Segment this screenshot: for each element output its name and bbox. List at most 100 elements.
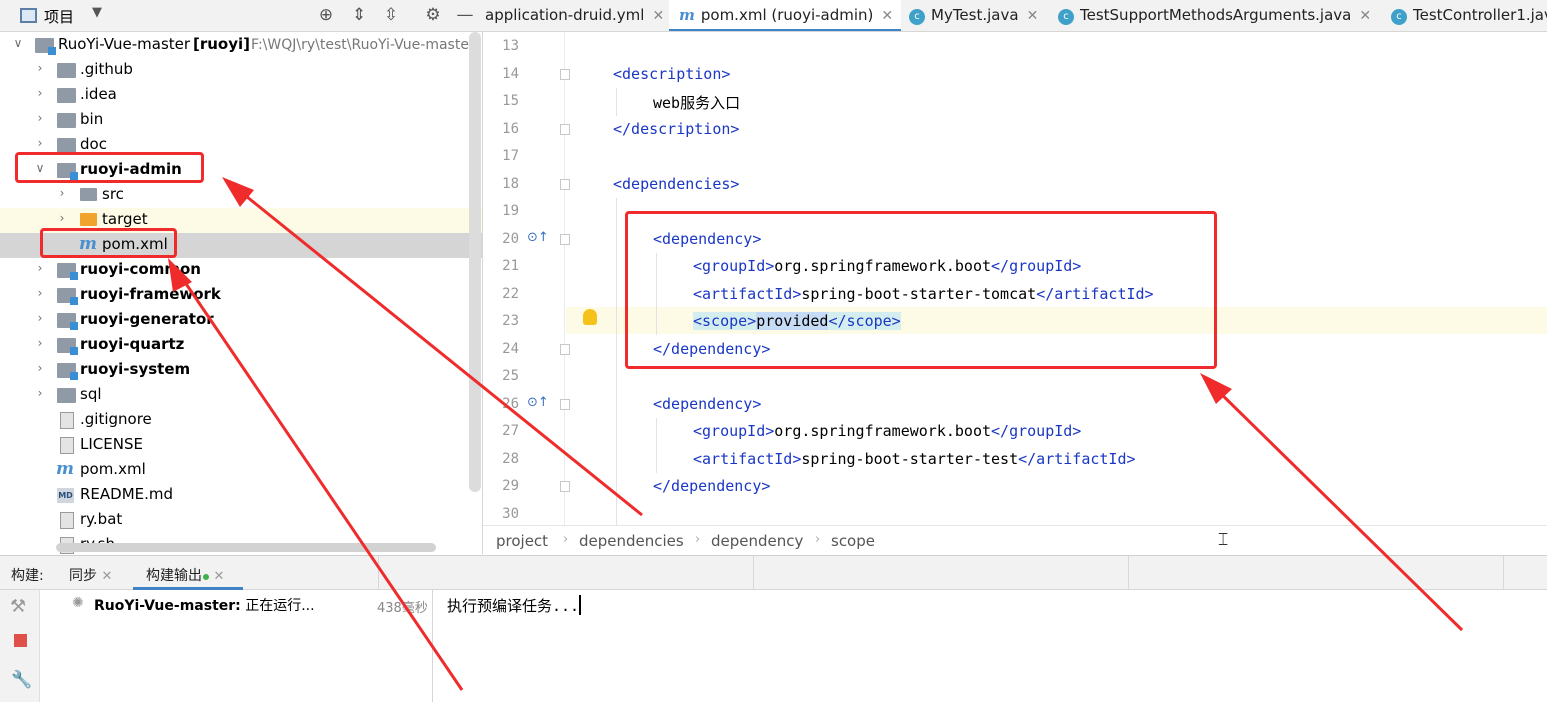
tree-item-sql[interactable]: › sql — [0, 383, 482, 408]
tab-application-druid[interactable]: application-druid.yml ✕ — [485, 0, 664, 31]
tab-sync[interactable]: 同步 ✕ — [69, 565, 112, 585]
tree-item-ruoyi-generator[interactable]: › ruoyi-generator — [0, 308, 482, 333]
close-icon[interactable]: ✕ — [881, 8, 893, 24]
tree-item-ruoyi-common[interactable]: › ruoyi-common — [0, 258, 482, 283]
locate-file-icon[interactable]: ⊕ — [315, 5, 337, 25]
fold-marker-icon[interactable] — [560, 179, 570, 190]
line-number: 21 — [502, 258, 519, 274]
breadcrumb-item[interactable]: scope — [831, 532, 875, 550]
fold-marker-icon[interactable] — [560, 69, 570, 80]
hammer-icon[interactable]: ⚒ — [10, 596, 26, 617]
breadcrumb-separator: › — [815, 532, 821, 547]
chevron-right-icon[interactable]: › — [33, 61, 47, 75]
chevron-right-icon[interactable]: › — [33, 136, 47, 150]
tree-item-ry-bat[interactable]: ry.bat — [0, 508, 482, 533]
breadcrumb-item[interactable]: dependency — [711, 532, 803, 550]
tree-vertical-scrollbar[interactable] — [469, 32, 481, 492]
chevron-down-icon[interactable]: ∨ — [11, 36, 25, 50]
expand-all-icon[interactable]: ⇕ — [348, 5, 370, 25]
chevron-right-icon[interactable]: › — [33, 336, 47, 350]
project-panel-title[interactable]: 项目 — [44, 6, 74, 27]
line-number: 26 — [502, 396, 519, 412]
module-folder-icon — [35, 38, 56, 55]
line-number: 19 — [502, 203, 519, 219]
breadcrumb-item[interactable]: project — [496, 532, 548, 550]
tab-label: pom.xml (ruoyi-admin) — [700, 6, 874, 24]
tab-pom-ruoyi-admin[interactable]: m pom.xml (ruoyi-admin) ✕ — [669, 0, 902, 31]
tree-root-item[interactable]: ∨ RuoYi-Vue-master [ruoyi] F:\WQJ\ry\tes… — [0, 33, 482, 58]
folder-icon — [57, 113, 76, 128]
chevron-right-icon[interactable]: › — [33, 286, 47, 300]
fold-marker-icon[interactable] — [560, 481, 570, 492]
tree-item-label: doc — [80, 135, 107, 153]
root-name: RuoYi-Vue-master — [58, 35, 191, 53]
close-icon[interactable]: ✕ — [1027, 8, 1039, 24]
view-selector-chevron-icon[interactable]: ▼ — [92, 5, 102, 20]
tree-item-ruoyi-quartz[interactable]: › ruoyi-quartz — [0, 333, 482, 358]
tab-testsupportmethodsarguments[interactable]: c TestSupportMethodsArguments.java ✕ — [1058, 0, 1371, 31]
tree-item-idea[interactable]: › .idea — [0, 83, 482, 108]
java-class-icon: c — [1058, 9, 1074, 25]
tab-mytest[interactable]: c MyTest.java ✕ — [909, 0, 1039, 31]
collapse-all-icon[interactable]: ⇳ — [380, 5, 402, 25]
close-icon[interactable]: ✕ — [101, 569, 112, 584]
chevron-right-icon[interactable]: › — [33, 86, 47, 100]
folder-icon — [80, 188, 97, 201]
fold-marker-icon[interactable] — [560, 399, 570, 410]
chevron-right-icon[interactable]: › — [55, 211, 69, 225]
excluded-folder-icon — [80, 213, 97, 226]
tab-label: application-druid.yml — [485, 6, 645, 24]
tree-item-github[interactable]: › .github — [0, 58, 482, 83]
chevron-right-icon[interactable]: › — [55, 186, 69, 200]
close-icon[interactable]: ✕ — [652, 8, 664, 24]
line-number: 14 — [502, 66, 519, 82]
wrench-icon[interactable]: 🔧 — [11, 670, 32, 690]
tree-item-gitignore[interactable]: .gitignore — [0, 408, 482, 433]
annotation-box-ruoyi-admin — [15, 152, 204, 183]
chevron-right-icon[interactable]: › — [33, 386, 47, 400]
xml-tag: <description> — [613, 65, 731, 83]
tree-item-ruoyi-framework[interactable]: › ruoyi-framework — [0, 283, 482, 308]
close-icon[interactable]: ✕ — [213, 569, 224, 584]
gear-icon[interactable]: ⚙ — [422, 5, 444, 25]
breadcrumb: project › dependencies › dependency › sc… — [483, 525, 1547, 555]
stop-icon[interactable] — [14, 634, 27, 647]
lightbulb-icon[interactable] — [583, 309, 597, 325]
tree-item-readme[interactable]: MD README.md — [0, 483, 482, 508]
line-number: 20 — [502, 231, 519, 247]
build-console[interactable]: 执行预编译任务... — [434, 590, 1547, 702]
tree-item-ruoyi-system[interactable]: › ruoyi-system — [0, 358, 482, 383]
tree-item-label: .idea — [80, 85, 117, 103]
maven-file-icon: m — [679, 6, 695, 24]
xml-tag: </artifactId> — [1018, 450, 1136, 468]
chevron-right-icon[interactable]: › — [33, 261, 47, 275]
fold-marker-icon[interactable] — [560, 124, 570, 135]
chevron-right-icon[interactable]: › — [33, 361, 47, 375]
task-name: RuoYi-Vue-master: — [94, 598, 241, 614]
fold-marker-icon[interactable] — [560, 344, 570, 355]
divider — [1503, 556, 1504, 591]
module-folder-icon — [57, 263, 78, 280]
fold-marker-icon[interactable] — [560, 234, 570, 245]
breadcrumb-item[interactable]: dependencies — [579, 532, 684, 550]
build-task-row[interactable]: RuoYi-Vue-master: 正在运行... — [94, 595, 315, 615]
tab-testcontroller1[interactable]: c TestController1.java — [1391, 0, 1547, 31]
line-number: 27 — [502, 423, 519, 439]
tree-item-license[interactable]: LICENSE — [0, 433, 482, 458]
tree-horizontal-scrollbar[interactable] — [56, 543, 436, 552]
line-number: 23 — [502, 313, 519, 329]
chevron-right-icon[interactable]: › — [33, 311, 47, 325]
implementing-arrow-icon[interactable]: ⊙↑ — [527, 395, 549, 410]
tab-build-output[interactable]: 构建输出 ✕ — [146, 565, 224, 585]
tree-item-src[interactable]: › src — [0, 183, 482, 208]
line-number: 22 — [502, 286, 519, 302]
close-icon[interactable]: ✕ — [1359, 8, 1371, 24]
line-number: 25 — [502, 368, 519, 384]
task-status: 正在运行... — [245, 598, 315, 614]
hide-panel-icon[interactable]: — — [454, 5, 476, 25]
build-tree: ✺ RuoYi-Vue-master: 正在运行... 438毫秒 — [40, 590, 433, 702]
tree-item-bin[interactable]: › bin — [0, 108, 482, 133]
chevron-right-icon[interactable]: › — [33, 111, 47, 125]
tree-item-root-pom[interactable]: m pom.xml — [0, 458, 482, 483]
implementing-arrow-icon[interactable]: ⊙↑ — [527, 230, 549, 245]
